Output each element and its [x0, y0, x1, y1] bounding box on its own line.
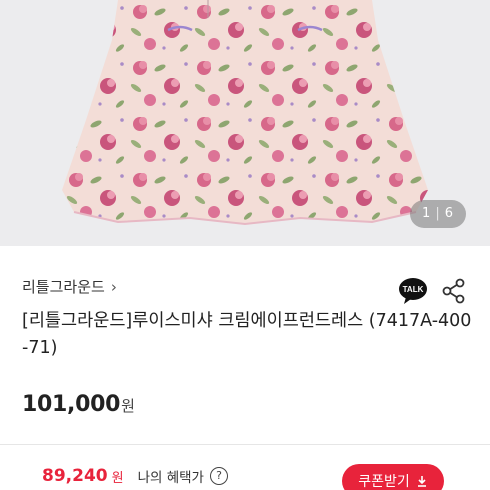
help-icon[interactable]: ?	[209, 467, 228, 485]
image-total: 6	[444, 206, 454, 221]
product-title: [리틀그라운드]루이스미샤 크림에이프런드레스 (7417A-400-71)	[22, 311, 472, 358]
talk-chat-icon[interactable]: TALK	[398, 276, 428, 306]
brand-link[interactable]: 리틀그라운드 ›	[22, 276, 117, 297]
price-unit: 원	[121, 397, 135, 415]
my-benefit-price-row: 89,240 원 나의 혜택가 ?	[42, 466, 228, 486]
brand-name: 리틀그라운드	[22, 278, 105, 296]
coupon-label: 쿠폰받기	[358, 474, 410, 490]
benefit-price-unit: 원	[111, 470, 124, 486]
coupon-button[interactable]: 쿠폰받기	[342, 464, 444, 490]
product-info: 리틀그라운드 › TALK [리틀그라운드]루이스미샤 크림에이프런드레스 (7…	[0, 246, 490, 490]
share-icon[interactable]	[442, 278, 466, 304]
image-index: 1	[422, 206, 432, 221]
download-icon	[417, 476, 426, 487]
chevron-right-icon: ›	[110, 277, 117, 296]
section-divider	[0, 444, 490, 445]
product-image-gallery[interactable]: 1 | 6	[0, 0, 490, 246]
image-counter-separator: |	[435, 206, 441, 221]
benefit-label: 나의 혜택가	[137, 470, 204, 486]
talk-label: TALK	[403, 285, 424, 294]
image-counter: 1 | 6	[410, 200, 466, 228]
benefit-price: 89,240	[42, 466, 108, 486]
price-value: 101,000	[22, 392, 121, 417]
product-price: 101,000원	[22, 392, 135, 417]
